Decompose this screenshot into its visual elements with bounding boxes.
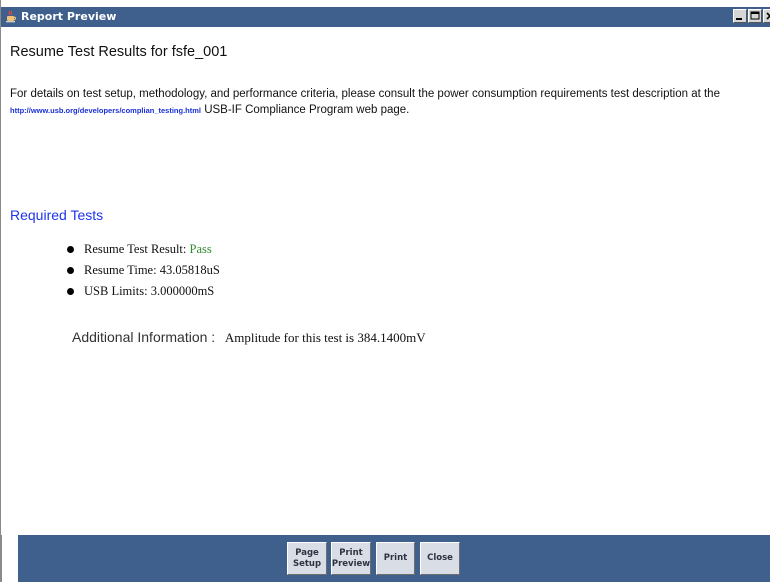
bullet-icon (67, 246, 74, 253)
intro-text-end: USB-IF Compliance Program web page. (201, 104, 410, 116)
close-window-button[interactable] (763, 9, 770, 23)
result-label: USB Limits: (84, 284, 151, 298)
compliance-link[interactable]: http://www.usb.org/developers/complian_t… (10, 106, 201, 115)
result-value: 3.000000mS (150, 284, 215, 298)
section-heading: Required Tests (10, 207, 104, 223)
result-value: 43.05818uS (159, 263, 220, 277)
java-cup-icon (6, 10, 17, 23)
window-title: Report Preview (21, 10, 117, 23)
left-edge (1, 535, 19, 582)
result-item: Resume Test Result: Pass (64, 241, 220, 262)
close-icon (766, 12, 770, 20)
result-item: USB Limits: 3.000000mS (64, 283, 220, 304)
additional-value: Amplitude for this test is 384.1400mV (224, 330, 426, 345)
report-content: Resume Test Results for fsfe_001 For det… (9, 27, 769, 535)
maximize-button[interactable] (748, 9, 762, 23)
results-list: Resume Test Result: Pass Resume Time: 43… (64, 241, 220, 304)
report-title: Resume Test Results for fsfe_001 (10, 44, 228, 60)
result-item: Resume Time: 43.05818uS (64, 262, 220, 283)
result-value: Pass (189, 242, 212, 256)
print-button[interactable]: Print (376, 542, 415, 575)
print-preview-button[interactable]: Print Preview (331, 542, 371, 575)
result-label: Resume Time: (84, 263, 160, 277)
intro-paragraph: For details on test setup, methodology, … (10, 86, 766, 119)
window-controls (733, 9, 770, 25)
additional-information: Additional Information : Amplitude for t… (72, 329, 426, 346)
intro-text: For details on test setup, methodology, … (10, 88, 720, 100)
bullet-icon (67, 267, 74, 274)
close-button[interactable]: Close (420, 542, 460, 575)
maximize-icon (750, 11, 760, 20)
page-setup-button[interactable]: Page Setup (287, 542, 327, 575)
report-preview-window: Report Preview Resume Test Results for f… (0, 0, 770, 582)
title-bar[interactable]: Report Preview (1, 7, 770, 27)
button-bar: Page Setup Print Preview Print Close (18, 535, 770, 582)
minimize-button[interactable] (733, 9, 747, 23)
additional-label: Additional Information : (72, 329, 216, 345)
minimize-icon (736, 18, 742, 20)
result-label: Resume Test Result: (84, 242, 190, 256)
bullet-icon (67, 288, 74, 295)
